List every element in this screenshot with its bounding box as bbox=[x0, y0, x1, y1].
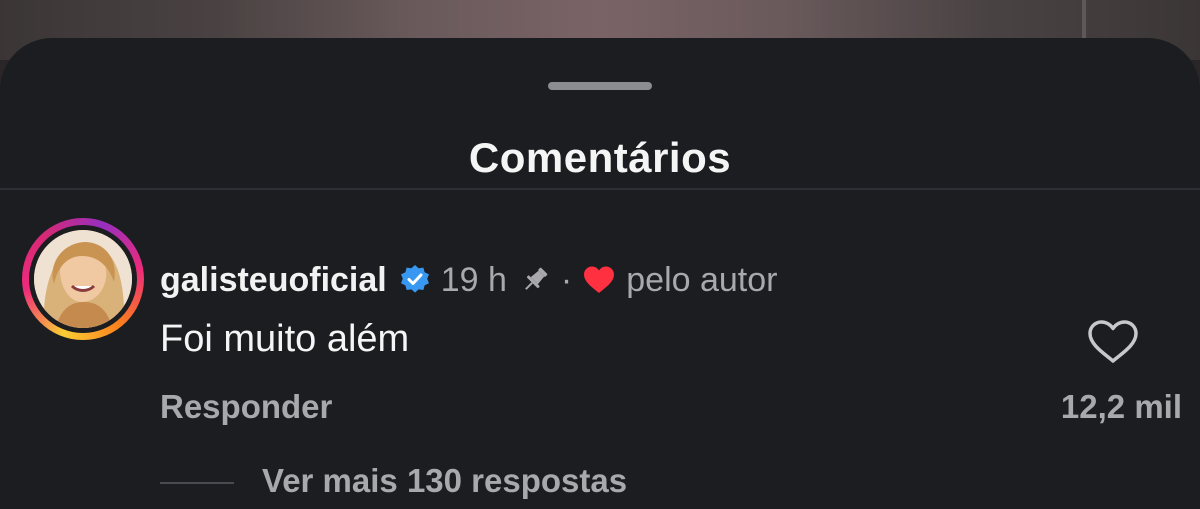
like-count: 12,2 mil bbox=[1060, 388, 1182, 425]
comment-meta: galisteuoficial 19 h · pelo autor bbox=[160, 256, 777, 304]
separator-dot: · bbox=[560, 260, 573, 299]
comment-time: 19 h bbox=[440, 260, 507, 299]
avatar-photo-icon bbox=[34, 230, 132, 328]
drag-handle[interactable] bbox=[548, 82, 652, 90]
background-edge bbox=[1082, 0, 1086, 40]
heart-filled-icon bbox=[584, 266, 615, 293]
username[interactable]: galisteuoficial bbox=[160, 261, 387, 300]
sheet-title: Comentários bbox=[468, 134, 732, 181]
avatar-image bbox=[34, 230, 132, 328]
pin-icon bbox=[525, 267, 548, 290]
reply-button[interactable]: Responder bbox=[160, 388, 332, 426]
view-replies-button[interactable]: Ver mais 130 respostas bbox=[262, 462, 627, 500]
liked-by-author-label: pelo autor bbox=[626, 260, 778, 299]
heart-outline-icon[interactable] bbox=[1086, 318, 1140, 366]
verified-badge-icon bbox=[400, 265, 429, 293]
replies-divider bbox=[160, 482, 234, 484]
avatar[interactable] bbox=[22, 218, 144, 340]
header-divider bbox=[0, 188, 1200, 190]
comment-text: Foi muito além bbox=[160, 318, 410, 360]
